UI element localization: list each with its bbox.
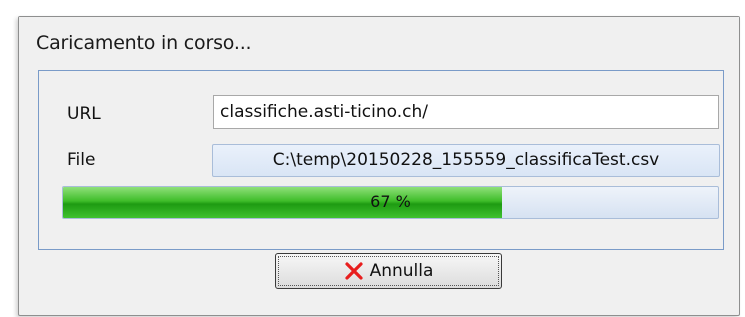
upload-dialog: Caricamento in corso... URL classifiche.… xyxy=(18,16,740,316)
url-label: URL xyxy=(67,104,101,124)
dialog-title: Caricamento in corso... xyxy=(36,32,252,54)
cancel-button[interactable]: Annulla xyxy=(275,253,502,289)
cancel-button-label: Annulla xyxy=(369,261,434,281)
url-field[interactable]: classifiche.asti-ticino.ch/ xyxy=(213,95,719,129)
progress-percent-text: 67 % xyxy=(370,192,411,211)
upload-progress-bar: 67 % xyxy=(62,186,719,219)
transfer-details-group: URL classifiche.asti-ticino.ch/ File C:\… xyxy=(38,70,724,250)
close-icon xyxy=(344,262,363,280)
file-path-button[interactable]: C:\temp\20150228_155559_classificaTest.c… xyxy=(212,144,720,177)
dialog-titlebar: Caricamento in corso... xyxy=(19,17,739,69)
file-label: File xyxy=(67,150,96,170)
cancel-button-focus-ring: Annulla xyxy=(278,256,499,286)
